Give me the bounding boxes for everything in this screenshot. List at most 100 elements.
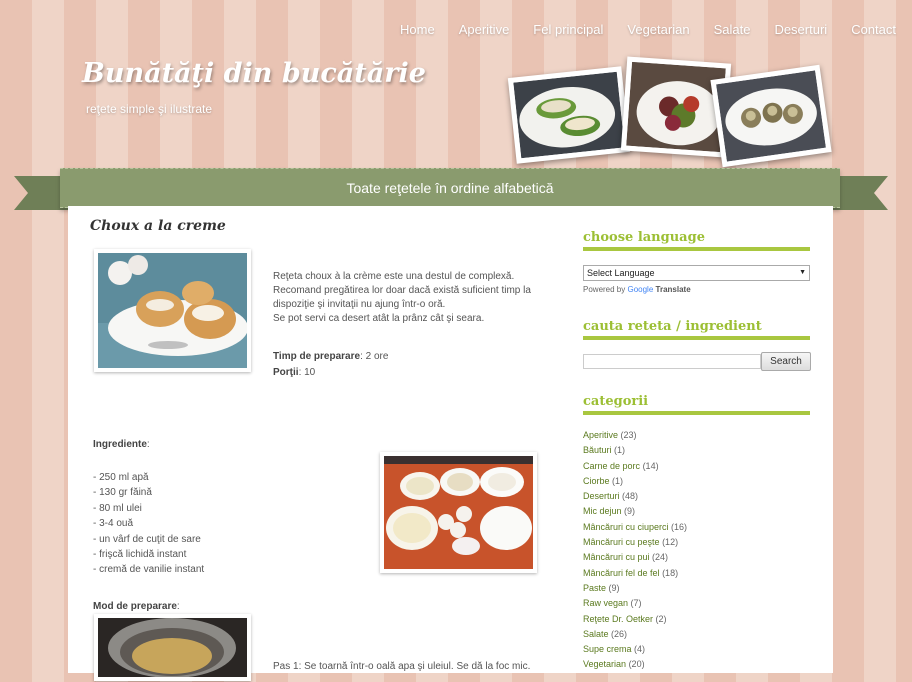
method-heading: Mod de preparare: (93, 601, 180, 612)
category-link[interactable]: Supe crema (583, 644, 632, 654)
powered-by-label: Powered by (583, 285, 626, 294)
ingredient-item: - 130 gr făină (93, 487, 152, 499)
category-item: Reţete Dr. Oetker (2) (583, 612, 687, 627)
category-count: (14) (642, 460, 659, 471)
ingredient-item: - un vârf de cuţit de sare (93, 533, 201, 545)
categories-list: Aperitive (23) Băuturi (1) Carne de porc… (583, 428, 687, 673)
powered-by-google-translate[interactable]: Powered by Google Translate (583, 285, 691, 294)
category-count: (9) (608, 582, 620, 593)
top-nav: Home Aperitive Fel principal Vegetarian … (400, 22, 896, 37)
category-link[interactable]: Deserturi (583, 491, 620, 501)
category-link[interactable]: Mâncăruri cu peşte (583, 537, 660, 547)
prep-label: Timp de preparare (273, 351, 361, 362)
ingredients-heading: Ingrediente: (93, 439, 150, 450)
portions-value: 10 (304, 367, 316, 378)
category-count: (1) (612, 475, 624, 486)
intro-line: Reţeta choux à la crème este una destul … (273, 271, 515, 282)
category-count: (2) (655, 613, 667, 624)
category-item: Carne de porc (14) (583, 459, 687, 474)
nav-vegetarian[interactable]: Vegetarian (627, 22, 689, 37)
category-link[interactable]: Mic dejun (583, 506, 622, 516)
method-label: Mod de preparare (93, 601, 177, 612)
category-link[interactable]: Reţete Dr. Oetker (583, 614, 653, 624)
header-photo-mushrooms (710, 64, 832, 168)
choux-photo[interactable] (94, 249, 251, 372)
category-item: Salate (26) (583, 627, 687, 642)
ingredient-item: - frişcă lichidă instant (93, 549, 187, 561)
site-tagline: reţete simple şi ilustrate (86, 102, 213, 116)
intro-line: Recomand pregătirea lor doar dacă există… (273, 285, 531, 296)
ingredients-list: - 250 ml apă - 130 gr făină - 80 ml ulei… (93, 470, 204, 578)
category-item: Mâncăruri cu ciuperci (16) (583, 520, 687, 535)
nav-salate[interactable]: Salate (714, 22, 751, 37)
category-link[interactable]: Raw vegan (583, 598, 628, 608)
category-count: (1) (614, 445, 626, 456)
ingredients-photo[interactable] (380, 452, 537, 573)
category-item: Deserturi (48) (583, 489, 687, 504)
category-count: (23) (620, 430, 637, 440)
nav-deserturi[interactable]: Deserturi (774, 22, 827, 37)
category-link[interactable]: Mâncăruri fel de fel (583, 568, 660, 578)
category-item: Mâncăruri fel de fel (18) (583, 566, 687, 581)
category-count: (18) (662, 567, 679, 578)
portions-label: Porţii (273, 367, 299, 378)
prep-time: Timp de preparare: 2 ore (273, 351, 389, 362)
step1-text: Pas 1: Se toarnă într-o oală apa şi ulei… (273, 661, 531, 672)
search-title: cauta reteta / ingredient (583, 319, 810, 340)
category-link[interactable]: Băuturi (583, 445, 612, 455)
category-count: (20) (628, 659, 645, 670)
nav-home[interactable]: Home (400, 22, 435, 37)
language-select[interactable]: Select Language ▼ (583, 265, 810, 281)
language-select-value: Select Language (587, 268, 655, 278)
prep-value: 2 ore (365, 351, 389, 362)
category-count: (24) (652, 552, 669, 563)
categories-title: categorii (583, 394, 810, 415)
search-button[interactable]: Search (761, 352, 811, 371)
category-item: Băuturi (1) (583, 443, 687, 458)
chevron-down-icon: ▼ (799, 269, 806, 276)
intro-line: dispoziţie şi invitaţii nu ajung într-o … (273, 299, 446, 310)
google-logo: Google (627, 285, 654, 294)
category-item: Mâncăruri cu peşte (12) (583, 535, 687, 550)
category-link[interactable]: Mâncăruri cu ciuperci (583, 522, 669, 532)
category-item: Ciorbe (1) (583, 474, 687, 489)
category-link[interactable]: Aperitive (583, 430, 618, 440)
category-item: Supe crema (4) (583, 642, 687, 657)
category-count: (16) (671, 521, 688, 532)
nav-fel-principal[interactable]: Fel principal (533, 22, 603, 37)
portions: Porţii: 10 (273, 367, 316, 378)
category-link[interactable]: Vegetarian (583, 659, 626, 669)
category-item: Raw vegan (7) (583, 596, 687, 611)
category-count: (9) (624, 506, 636, 517)
ingredients-label: Ingrediente (93, 439, 147, 450)
category-count: (48) (622, 491, 639, 502)
intro-line: Se pot servi ca desert atât la prânz cât… (273, 313, 485, 324)
ingredient-item: - 80 ml ulei (93, 502, 142, 514)
category-item: Vegetarian (20) (583, 657, 687, 672)
header-photo-avocado (507, 66, 631, 164)
ribbon-label[interactable]: Toate reţetele în ordine alfabetică (60, 168, 840, 208)
site-title[interactable]: Bunătăţi din bucătărie (82, 58, 426, 89)
nav-contact[interactable]: Contact (851, 22, 896, 37)
category-item: Paste (9) (583, 581, 687, 596)
category-link[interactable]: Paste (583, 583, 606, 593)
post-intro: Reţeta choux à la crème este una destul … (273, 270, 553, 326)
ingredient-item: - cremă de vanilie instant (93, 564, 205, 576)
category-item: Mic dejun (9) (583, 504, 687, 519)
step1-photo[interactable] (94, 614, 251, 681)
category-count: (7) (630, 598, 642, 609)
translate-label: Translate (655, 285, 691, 294)
category-link[interactable]: Carne de porc (583, 461, 640, 471)
post-title[interactable]: Choux a la creme (90, 218, 226, 234)
category-item: Aperitive (23) (583, 428, 687, 443)
search-input[interactable] (583, 354, 761, 369)
category-link[interactable]: Ciorbe (583, 476, 610, 486)
category-link[interactable]: Salate (583, 629, 609, 639)
category-count: (12) (662, 537, 679, 548)
category-link[interactable]: Mâncăruri cu pui (583, 552, 650, 562)
category-item: Mâncăruri cu pui (24) (583, 550, 687, 565)
ingredient-item: - 250 ml apă (93, 472, 149, 483)
ingredient-item: - 3-4 ouă (93, 518, 134, 530)
nav-aperitive[interactable]: Aperitive (459, 22, 510, 37)
main-content: Choux a la creme Reţeta choux à la crème… (68, 206, 833, 681)
